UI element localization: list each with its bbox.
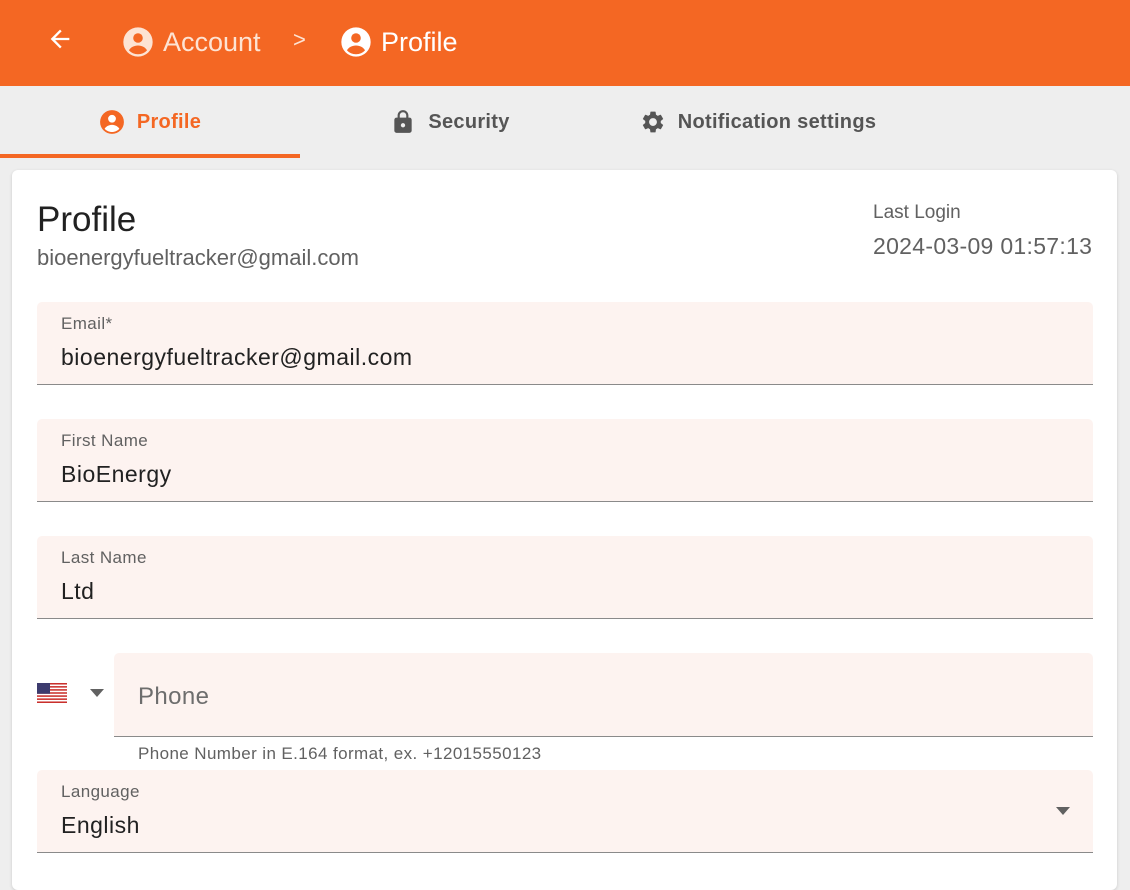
back-button[interactable] [42,21,78,57]
account-circle-icon [99,110,124,134]
tab-security[interactable]: Security [300,86,600,158]
profile-card: Profile bioenergyfueltracker@gmail.com L… [12,170,1117,890]
last-name-field[interactable]: Last Name Ltd [37,536,1093,619]
tab-security-label: Security [428,110,510,133]
last-name-field-value: Ltd [61,578,95,604]
gear-icon [642,111,663,133]
breadcrumb-current: Profile [340,22,458,62]
first-name-field-label: First Name [61,431,149,450]
account-circle-icon [341,27,371,57]
phone-helper-text: Phone Number in E.164 format, ex. +12015… [138,744,542,763]
language-select[interactable]: Language English [37,770,1093,853]
breadcrumb-account[interactable]: Account [122,22,261,62]
page-title: Profile [37,200,137,239]
app-bar: Account > Profile [0,0,1130,86]
email-field-label: Email* [61,314,113,333]
last-name-field-label: Last Name [61,548,147,567]
account-circle-icon [123,27,153,57]
breadcrumb-separator: > [293,27,306,52]
last-login-label: Last Login [873,202,961,223]
language-select-value: English [61,812,140,838]
last-login-value: 2024-03-09 01:57:13 [873,233,1093,259]
email-field[interactable]: Email* bioenergyfueltracker@gmail.com [37,302,1093,385]
tab-bar: Profile Security Notification settings [0,86,1130,158]
breadcrumb-current-label: Profile [381,26,458,57]
email-field-value: bioenergyfueltracker@gmail.com [61,344,413,370]
first-name-field[interactable]: First Name BioEnergy [37,419,1093,502]
tab-profile[interactable]: Profile [0,86,300,158]
tab-notification-settings-label: Notification settings [677,110,877,133]
phone-input[interactable]: Phone [114,653,1093,737]
us-flag-icon [37,683,67,703]
arrow-left-icon [50,29,70,49]
lock-icon [394,110,412,133]
language-select-label: Language [61,782,140,801]
chevron-down-icon [90,689,104,697]
country-code-select[interactable] [37,680,109,706]
breadcrumb-account-label: Account [163,26,261,57]
phone-input-placeholder: Phone [138,683,210,710]
tab-profile-label: Profile [136,110,202,133]
chevron-down-icon [1056,807,1070,815]
profile-email: bioenergyfueltracker@gmail.com [37,245,359,270]
active-tab-indicator [0,154,300,158]
tab-notification-settings[interactable]: Notification settings [608,86,908,158]
first-name-field-value: BioEnergy [61,461,172,487]
